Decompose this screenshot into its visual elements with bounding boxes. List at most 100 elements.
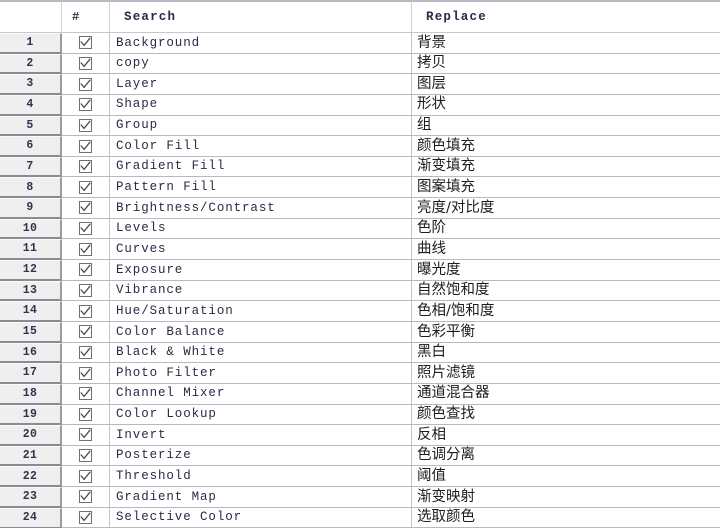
row-checkbox[interactable] <box>79 469 92 483</box>
search-term-cell[interactable]: Group <box>110 115 412 137</box>
replace-term-cell[interactable]: 选取颜色 <box>412 507 720 529</box>
row-checkbox[interactable] <box>79 449 92 463</box>
row-checkbox-cell[interactable] <box>62 425 110 446</box>
column-header-replace[interactable]: Replace <box>412 0 720 32</box>
row-number-cell[interactable]: 19 <box>0 404 62 426</box>
replace-term-cell[interactable]: 颜色填充 <box>412 136 720 157</box>
row-checkbox[interactable] <box>79 201 92 215</box>
row-number-cell[interactable]: 14 <box>0 301 62 322</box>
search-term-cell[interactable]: Black & White <box>110 342 412 364</box>
row-checkbox-cell[interactable] <box>62 74 110 95</box>
row-number-cell[interactable]: 23 <box>0 487 62 508</box>
table-row[interactable]: 17 Photo Filter 照片滤镜 <box>0 363 720 384</box>
row-checkbox-cell[interactable] <box>62 363 110 384</box>
row-checkbox-cell[interactable] <box>62 445 110 467</box>
search-term-cell[interactable]: Threshold <box>110 466 412 488</box>
select-all-corner-cell[interactable] <box>0 0 62 32</box>
replace-term-cell[interactable]: 背景 <box>412 33 720 54</box>
table-row[interactable]: 20 Invert 反相 <box>0 425 720 446</box>
replace-term-cell[interactable]: 自然饱和度 <box>412 280 720 302</box>
table-row[interactable]: 19 Color Lookup 颜色查找 <box>0 404 720 426</box>
table-row[interactable]: 10 Levels 色阶 <box>0 218 720 240</box>
search-term-cell[interactable]: Exposure <box>110 260 412 281</box>
row-number-cell[interactable]: 15 <box>0 321 62 343</box>
table-row[interactable]: 8 Pattern Fill 图案填充 <box>0 177 720 199</box>
table-row[interactable]: 11 Curves 曲线 <box>0 239 720 261</box>
replace-term-cell[interactable]: 形状 <box>412 94 720 116</box>
row-number-cell[interactable]: 5 <box>0 115 62 137</box>
row-checkbox[interactable] <box>79 304 92 318</box>
table-row[interactable]: 4 Shape 形状 <box>0 94 720 116</box>
replace-term-cell[interactable]: 渐变填充 <box>412 156 720 178</box>
row-checkbox[interactable] <box>79 366 92 380</box>
row-checkbox[interactable] <box>79 345 92 359</box>
row-checkbox[interactable] <box>79 490 92 504</box>
row-checkbox[interactable] <box>79 511 92 525</box>
row-checkbox-cell[interactable] <box>62 136 110 157</box>
search-term-cell[interactable]: Gradient Map <box>110 487 412 508</box>
row-number-cell[interactable]: 18 <box>0 383 62 405</box>
row-checkbox-cell[interactable] <box>62 383 110 405</box>
row-checkbox[interactable] <box>79 284 92 297</box>
row-number-cell[interactable]: 3 <box>0 74 62 95</box>
table-row[interactable]: 9 Brightness/Contrast 亮度/对比度 <box>0 198 720 219</box>
row-checkbox[interactable] <box>79 222 92 236</box>
row-checkbox-cell[interactable] <box>62 301 110 322</box>
table-row[interactable]: 3 Layer 图层 <box>0 74 720 95</box>
row-checkbox[interactable] <box>79 36 92 50</box>
search-term-cell[interactable]: Curves <box>110 239 412 261</box>
row-checkbox[interactable] <box>79 325 92 339</box>
replace-term-cell[interactable]: 曲线 <box>412 239 720 261</box>
row-checkbox[interactable] <box>79 118 92 132</box>
search-term-cell[interactable]: Hue/Saturation <box>110 301 412 322</box>
table-row[interactable]: 7 Gradient Fill 渐变填充 <box>0 156 720 178</box>
replace-term-cell[interactable]: 曝光度 <box>412 260 720 281</box>
row-checkbox[interactable] <box>79 407 92 421</box>
row-number-cell[interactable]: 8 <box>0 177 62 199</box>
row-checkbox[interactable] <box>79 160 92 174</box>
replace-term-cell[interactable]: 阈值 <box>412 466 720 488</box>
replace-term-cell[interactable]: 黑白 <box>412 342 720 364</box>
column-header-search[interactable]: Search <box>110 0 412 32</box>
table-row[interactable]: 23 Gradient Map 渐变映射 <box>0 487 720 508</box>
row-number-cell[interactable]: 21 <box>0 445 62 467</box>
row-checkbox-cell[interactable] <box>62 239 110 261</box>
row-checkbox[interactable] <box>79 242 92 256</box>
row-number-cell[interactable]: 2 <box>0 53 62 75</box>
row-checkbox-cell[interactable] <box>62 177 110 199</box>
row-number-cell[interactable]: 13 <box>0 280 62 302</box>
row-checkbox[interactable] <box>79 139 92 153</box>
row-checkbox-cell[interactable] <box>62 466 110 488</box>
search-term-cell[interactable]: Channel Mixer <box>110 383 412 405</box>
replace-term-cell[interactable]: 色相/饱和度 <box>412 301 720 322</box>
table-row[interactable]: 13 Vibrance 自然饱和度 <box>0 280 720 302</box>
replace-term-cell[interactable]: 组 <box>412 115 720 137</box>
replace-term-cell[interactable]: 照片滤镜 <box>412 363 720 384</box>
table-row[interactable]: 1 Background 背景 <box>0 33 720 54</box>
replace-term-cell[interactable]: 拷贝 <box>412 53 720 75</box>
row-checkbox-cell[interactable] <box>62 321 110 343</box>
search-term-cell[interactable]: Pattern Fill <box>110 177 412 199</box>
search-term-cell[interactable]: Brightness/Contrast <box>110 198 412 219</box>
row-checkbox-cell[interactable] <box>62 115 110 137</box>
row-checkbox[interactable] <box>79 180 92 194</box>
row-number-cell[interactable]: 4 <box>0 94 62 116</box>
row-number-cell[interactable]: 7 <box>0 156 62 178</box>
replace-term-cell[interactable]: 通道混合器 <box>412 383 720 405</box>
row-number-cell[interactable]: 11 <box>0 239 62 261</box>
row-number-cell[interactable]: 9 <box>0 198 62 219</box>
search-term-cell[interactable]: Photo Filter <box>110 363 412 384</box>
search-term-cell[interactable]: Background <box>110 33 412 54</box>
row-checkbox-cell[interactable] <box>62 260 110 281</box>
row-number-cell[interactable]: 12 <box>0 260 62 281</box>
table-row[interactable]: 18 Channel Mixer 通道混合器 <box>0 383 720 405</box>
row-number-cell[interactable]: 10 <box>0 218 62 240</box>
table-row[interactable]: 24 Selective Color 选取颜色 <box>0 507 720 529</box>
search-term-cell[interactable]: Invert <box>110 425 412 446</box>
table-row[interactable]: 14 Hue/Saturation 色相/饱和度 <box>0 301 720 322</box>
row-checkbox-cell[interactable] <box>62 94 110 116</box>
row-checkbox-cell[interactable] <box>62 218 110 240</box>
replace-term-cell[interactable]: 亮度/对比度 <box>412 198 720 219</box>
search-term-cell[interactable]: Color Lookup <box>110 404 412 426</box>
row-checkbox[interactable] <box>79 387 92 401</box>
